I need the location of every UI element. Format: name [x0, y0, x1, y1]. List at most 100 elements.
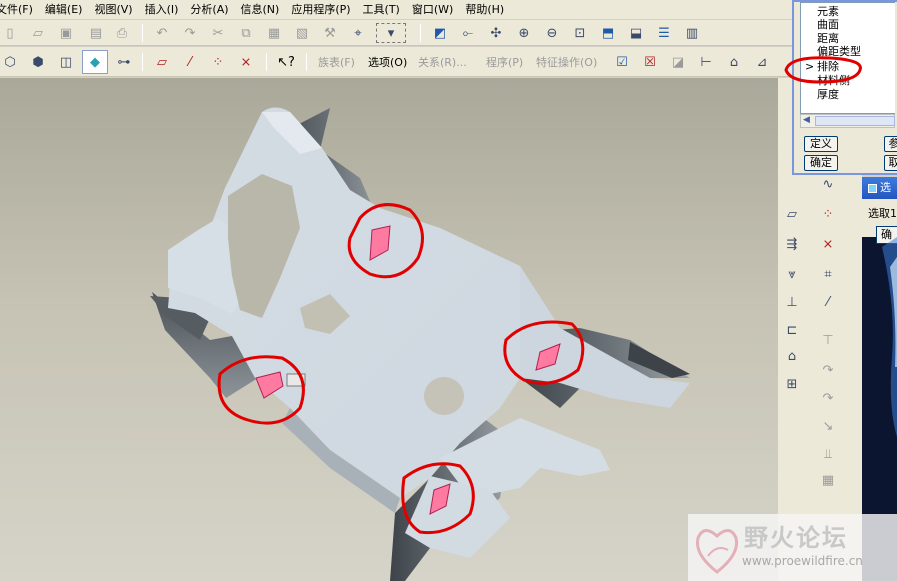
- options-label[interactable]: 选项(O): [368, 54, 407, 70]
- zoom-out-icon[interactable]: ⊖: [542, 23, 562, 43]
- separator: [142, 53, 143, 71]
- list-item[interactable]: 曲面: [817, 19, 839, 31]
- section-icon[interactable]: ⌂: [724, 52, 744, 72]
- chamfer-icon[interactable]: ↷: [818, 360, 838, 380]
- menu-tools[interactable]: 工具(T): [357, 0, 406, 19]
- new-file-icon[interactable]: ▯: [0, 23, 20, 43]
- copy-icon[interactable]: ⧉: [236, 23, 256, 43]
- datum-plane-tool-icon[interactable]: ▱: [782, 204, 802, 224]
- datum-planes-icon[interactable]: ▱: [152, 52, 172, 72]
- csys-tool-icon[interactable]: ⌗: [818, 264, 838, 284]
- chevron-left-icon[interactable]: ◀: [803, 115, 810, 125]
- heart-logo-icon: [695, 529, 739, 574]
- menu-bar: 文件(F) 编辑(E) 视图(V) 插入(I) 分析(A) 信息(N) 应用程序…: [0, 0, 792, 19]
- orient-icon[interactable]: ✣: [486, 23, 506, 43]
- cancel-button[interactable]: 取: [884, 155, 897, 171]
- horizontal-scrollbar[interactable]: ◀: [800, 114, 895, 128]
- pattern-icon[interactable]: ⊞: [782, 374, 802, 394]
- spin-center-icon[interactable]: ⟜: [458, 23, 478, 43]
- relations-label: 关系(R)...: [418, 56, 467, 69]
- feature-cancel-icon[interactable]: ☒: [640, 52, 660, 72]
- watermark-title: 野火论坛: [744, 524, 848, 552]
- scroll-thumb[interactable]: [815, 116, 895, 126]
- table-icon[interactable]: ▦: [818, 470, 838, 490]
- coord-sys-icon[interactable]: ⨯: [236, 52, 256, 72]
- separator: [142, 24, 143, 42]
- rib-icon[interactable]: ⊥: [782, 292, 802, 312]
- mirror-icon[interactable]: ⫫: [818, 444, 838, 464]
- extrude-icon[interactable]: ⇶: [782, 234, 802, 254]
- menu-edit[interactable]: 编辑(E): [39, 0, 89, 19]
- ok-button[interactable]: 确定: [804, 155, 838, 171]
- undo-icon[interactable]: ↶: [152, 23, 172, 43]
- no-hidden-icon[interactable]: ◫: [56, 52, 76, 72]
- whats-this-icon[interactable]: ↖?: [276, 52, 296, 72]
- family-table-label: 族表(F): [318, 56, 355, 69]
- shading-icon[interactable]: ◆: [82, 50, 108, 74]
- dimension-icon[interactable]: ⊢: [696, 52, 716, 72]
- feature-ops-label: 特征操作(O): [536, 56, 598, 69]
- define-button[interactable]: 定义: [804, 136, 838, 152]
- draft-tool-icon[interactable]: ↷: [818, 388, 838, 408]
- menu-applications[interactable]: 应用程序(P): [285, 0, 356, 19]
- menu-file[interactable]: 文件(F): [0, 0, 39, 19]
- datum-axes-icon[interactable]: ⁄: [180, 52, 200, 72]
- paste-icon[interactable]: ▦: [264, 23, 284, 43]
- sketch-curve-icon[interactable]: ∿: [818, 174, 838, 194]
- reorient-icon[interactable]: ⬒: [598, 23, 618, 43]
- regenerate-icon[interactable]: ⚒: [320, 23, 340, 43]
- watermark: 野火论坛 www.proewildfire.cn: [688, 514, 897, 581]
- draft-icon[interactable]: ⊿: [752, 52, 772, 72]
- reference-button[interactable]: 参: [884, 136, 897, 152]
- datum-point-tool-icon[interactable]: ⁘: [818, 204, 838, 224]
- list-item[interactable]: 元素: [817, 6, 839, 18]
- select-dialog-body: 选取1 确: [862, 199, 897, 244]
- view-manager-icon[interactable]: ▥: [682, 23, 702, 43]
- cut-icon[interactable]: ✂: [208, 23, 228, 43]
- watermark-url: www.proewildfire.cn: [742, 554, 863, 568]
- menu-view[interactable]: 视图(V): [88, 0, 138, 19]
- shell-icon[interactable]: ⌂: [782, 346, 802, 366]
- menu-help[interactable]: 帮助(H): [459, 0, 510, 19]
- menu-window[interactable]: 窗口(W): [406, 0, 459, 19]
- offset-tool-icon[interactable]: ↘: [818, 416, 838, 436]
- menu-insert[interactable]: 插入(I): [139, 0, 185, 19]
- shell-element-dialog: 元素 曲面 距离 偏距类型 > 排除 材料侧 厚度 ◀ 定义 参 确定 取: [784, 0, 897, 175]
- tag-icon[interactable]: ◪: [668, 52, 688, 72]
- datum-axis-tool-icon[interactable]: ⨯: [818, 234, 838, 254]
- center-hole: [424, 377, 464, 415]
- save-icon[interactable]: ▣: [56, 23, 76, 43]
- list-item[interactable]: 厚度: [817, 89, 839, 101]
- hidden-line-icon[interactable]: ⬢: [28, 52, 48, 72]
- select-box-icon[interactable]: ▾: [376, 23, 406, 43]
- zoom-in-icon[interactable]: ⊕: [514, 23, 534, 43]
- wireframe-icon[interactable]: ⬡: [0, 52, 20, 72]
- graphics-viewport[interactable]: [0, 78, 778, 581]
- toolbar-main: ▯ ▱ ▣ ▤ ⎙ ↶ ↷ ✂ ⧉ ▦ ▧ ⚒ ⌖ ▾ ◩ ⟜ ✣ ⊕ ⊖ ⊡ …: [0, 20, 792, 46]
- hole-icon[interactable]: ⊏: [782, 320, 802, 340]
- model-view[interactable]: [0, 78, 778, 581]
- save-copy-icon[interactable]: ▤: [86, 23, 106, 43]
- find-icon[interactable]: ⌖: [348, 23, 368, 43]
- datum-points-icon[interactable]: ⁘: [208, 52, 228, 72]
- separator: [420, 24, 421, 42]
- analysis-tool-icon[interactable]: ⁄: [818, 292, 838, 312]
- menu-info[interactable]: 信息(N): [235, 0, 286, 19]
- feature-ok-icon[interactable]: ☑: [612, 52, 632, 72]
- round-icon[interactable]: ⊤: [818, 330, 838, 350]
- print-icon[interactable]: ⎙: [112, 23, 132, 43]
- repaint-icon[interactable]: ◩: [430, 23, 450, 43]
- refit-icon[interactable]: ⊡: [570, 23, 590, 43]
- separator: [266, 53, 267, 71]
- list-item[interactable]: 距离: [817, 33, 839, 45]
- paste-special-icon[interactable]: ▧: [292, 23, 312, 43]
- model-tree-icon[interactable]: ⊶: [114, 52, 134, 72]
- menu-analysis[interactable]: 分析(A): [184, 0, 234, 19]
- open-folder-icon[interactable]: ▱: [28, 23, 48, 43]
- layers-icon[interactable]: ☰: [654, 23, 674, 43]
- revolve-icon[interactable]: ⩔: [782, 264, 802, 284]
- select-prompt: 选取1: [868, 207, 897, 220]
- saved-views-icon[interactable]: ⬓: [626, 23, 646, 43]
- redo-icon[interactable]: ↷: [180, 23, 200, 43]
- toolbar-secondary: ⬡ ⬢ ◫ ◆ ⊶ ▱ ⁄ ⁘ ⨯ ↖? 族表(F) 选项(O) 关系(R)..…: [0, 47, 792, 77]
